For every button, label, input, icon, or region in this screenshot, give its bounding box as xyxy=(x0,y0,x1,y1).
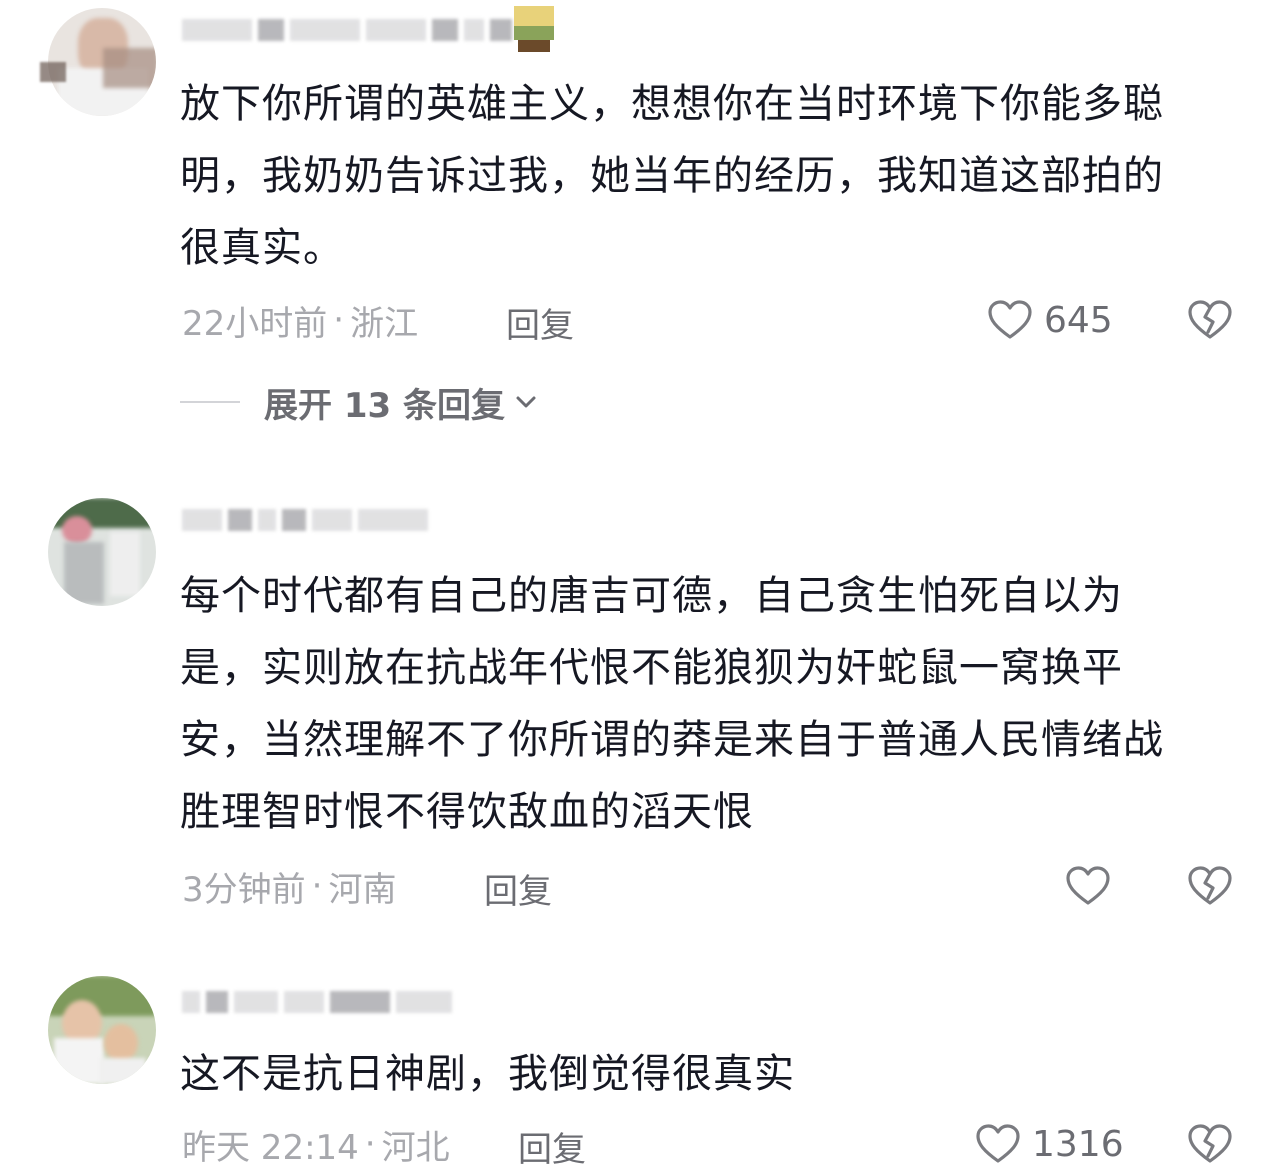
comment-location: 浙江 xyxy=(350,303,419,344)
like-button[interactable]: 1316 xyxy=(974,1120,1124,1168)
expand-replies-button[interactable]: 展开 13 条回复 xyxy=(180,378,539,426)
reply-button[interactable]: 回复 xyxy=(506,298,574,347)
expand-replies-label: 展开 13 条回复 xyxy=(264,385,505,426)
comment-text: 这不是抗日神剧，我倒觉得很真实 xyxy=(180,1051,795,1097)
broken-heart-icon[interactable] xyxy=(1186,296,1234,344)
comment-meta: 22小时前 · 浙江 xyxy=(182,298,419,344)
comment-time: 3分钟前 xyxy=(182,869,306,910)
like-button[interactable]: 645 xyxy=(986,296,1113,344)
comment-item: 这不是抗日神剧，我倒觉得很真实 昨天 22:14 · 河北 回复 1316 xyxy=(0,966,1284,1170)
user-badge-icon xyxy=(514,6,554,52)
username[interactable] xyxy=(182,984,452,1020)
meta-separator: · xyxy=(333,300,345,340)
username[interactable] xyxy=(182,12,512,48)
broken-heart-icon[interactable] xyxy=(1186,1120,1234,1168)
heart-outline-icon[interactable] xyxy=(1064,862,1112,910)
comment-item: 每个时代都有自己的唐吉可德，自己贪生怕死自以为是，实则放在抗战年代恨不能狼狈为奸… xyxy=(0,490,1284,920)
heart-outline-icon xyxy=(976,1124,1020,1163)
comment-location: 河南 xyxy=(328,869,397,910)
meta-separator: · xyxy=(364,1124,376,1164)
username[interactable] xyxy=(182,502,428,538)
comment-time: 昨天 22:14 xyxy=(182,1127,359,1168)
comment-text: 每个时代都有自己的唐吉可德，自己贪生怕死自以为是，实则放在抗战年代恨不能狼狈为奸… xyxy=(180,573,1164,835)
reply-button[interactable]: 回复 xyxy=(484,864,552,913)
heart-outline-icon xyxy=(988,300,1032,339)
avatar-mosaic xyxy=(40,62,66,82)
avatar[interactable] xyxy=(48,498,156,606)
chevron-down-icon xyxy=(516,396,536,408)
comment-text: 放下你所谓的英雄主义，想想你在当时环境下你能多聪明，我奶奶告诉过我，她当年的经历… xyxy=(180,81,1164,271)
comment-time: 22小时前 xyxy=(182,303,328,344)
comment-location: 河北 xyxy=(381,1127,450,1168)
like-count: 1316 xyxy=(1032,1123,1124,1165)
meta-separator: · xyxy=(311,866,323,906)
broken-heart-icon[interactable] xyxy=(1186,862,1234,910)
avatar[interactable] xyxy=(48,976,156,1084)
comment-item: 放下你所谓的英雄主义，想想你在当时环境下你能多聪明，我奶奶告诉过我，她当年的经历… xyxy=(0,0,1284,440)
like-count: 645 xyxy=(1044,299,1113,341)
comment-meta: 3分钟前 · 河南 xyxy=(182,864,397,910)
comment-meta: 昨天 22:14 · 河北 xyxy=(182,1122,450,1168)
expand-divider xyxy=(180,401,240,403)
